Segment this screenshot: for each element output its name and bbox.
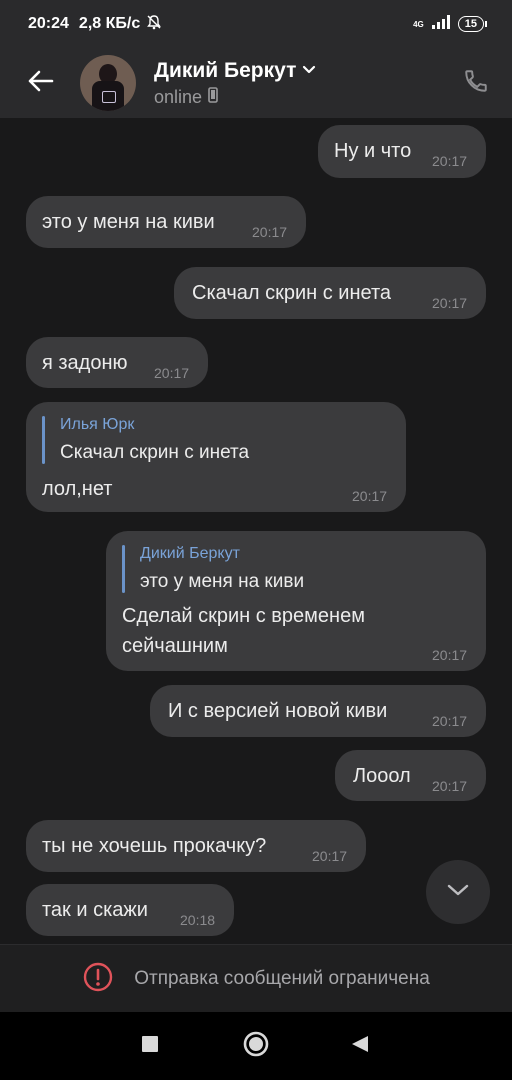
chevron-down-icon: [302, 62, 316, 80]
message-text: лол,нет: [42, 478, 113, 500]
recents-button[interactable]: [134, 1030, 166, 1062]
message-outgoing-reply[interactable]: Дикий Беркут это у меня на киви Сделай с…: [106, 531, 486, 671]
message-outgoing[interactable]: И с версией новой киви 20:17: [150, 685, 486, 737]
message-incoming-reply[interactable]: Илья Юрк Скачал скрин с инета лол,нет 20…: [26, 402, 406, 512]
message-time: 20:17: [432, 713, 468, 729]
message-outgoing[interactable]: Скачал скрин с инета 20:17: [174, 267, 486, 319]
restriction-text: Отправка сообщений ограничена: [134, 968, 430, 989]
message-text-line: Сделай скрин с временем: [122, 605, 365, 627]
home-button[interactable]: [240, 1030, 272, 1062]
status-time: 20:24: [28, 15, 69, 32]
message-time: 20:17: [154, 365, 190, 381]
call-button[interactable]: [448, 55, 504, 111]
message-time: 20:17: [432, 647, 468, 663]
alert-circle-icon: [82, 961, 114, 998]
message-text: ты не хочешь прокачку?: [42, 835, 267, 857]
network-type-label: 4G: [413, 19, 424, 29]
message-outgoing[interactable]: Ну и что 20:17: [318, 125, 486, 178]
reply-author: Илья Юрк: [60, 416, 135, 433]
arrow-left-icon: [26, 69, 54, 98]
message-text-line: сейчашним: [122, 635, 228, 657]
message-incoming[interactable]: это у меня на киви 20:17: [26, 196, 306, 248]
chat-header: Дикий Беркут online: [0, 48, 512, 118]
message-time: 20:17: [432, 295, 468, 311]
scroll-to-bottom-button[interactable]: [426, 860, 490, 924]
message-text: Ну и что: [334, 140, 412, 162]
signal-icon: [431, 14, 450, 34]
chevron-down-icon: [446, 883, 470, 902]
square-icon: [141, 1035, 159, 1058]
message-text: Лооол: [353, 765, 411, 787]
message-text: это у меня на киви: [42, 211, 215, 233]
message-incoming[interactable]: так и скажи 20:18: [26, 884, 234, 936]
message-incoming[interactable]: ты не хочешь прокачку? 20:17: [26, 820, 366, 872]
message-text: я задоню: [42, 352, 128, 374]
contact-info[interactable]: Дикий Беркут online: [154, 59, 448, 108]
reply-text: Скачал скрин с инета: [60, 442, 250, 463]
battery-indicator: 15: [457, 16, 488, 32]
message-time: 20:17: [352, 488, 388, 504]
contact-avatar[interactable]: [80, 55, 136, 111]
message-text: Скачал скрин с инета: [192, 282, 392, 304]
phone-device-icon: [208, 86, 218, 108]
contact-status: online: [154, 86, 203, 107]
nav-back-button[interactable]: [344, 1030, 376, 1062]
message-time: 20:17: [432, 153, 468, 169]
message-text: И с версией новой киви: [168, 700, 388, 722]
contact-name: Дикий Беркут: [154, 58, 297, 82]
message-time: 20:17: [252, 224, 288, 240]
reply-accent-bar: [122, 545, 125, 593]
back-button[interactable]: [10, 53, 70, 113]
reply-text: это у меня на киви: [140, 571, 305, 592]
message-time: 20:17: [312, 848, 348, 864]
message-text: так и скажи: [42, 899, 148, 921]
status-bar: 20:24 2,8 КБ/с 4G 15: [0, 0, 512, 48]
message-incoming[interactable]: я задоню 20:17: [26, 337, 208, 388]
message-list[interactable]: Ну и что 20:17 это у меня на киви 20:17 …: [0, 118, 512, 944]
reply-accent-bar: [42, 416, 45, 464]
triangle-back-icon: [350, 1034, 370, 1059]
message-outgoing[interactable]: Лооол 20:17: [335, 750, 486, 801]
messaging-restricted-banner: Отправка сообщений ограничена: [0, 944, 512, 1013]
circle-icon: [242, 1030, 270, 1063]
status-network-speed: 2,8 КБ/с: [78, 15, 141, 32]
message-time: 20:17: [432, 778, 468, 794]
message-time: 20:18: [180, 912, 216, 928]
system-navigation-bar: [0, 1012, 512, 1080]
phone-call-icon: [463, 68, 489, 99]
reply-author: Дикий Беркут: [140, 545, 240, 562]
mute-bell-icon: [146, 14, 162, 35]
